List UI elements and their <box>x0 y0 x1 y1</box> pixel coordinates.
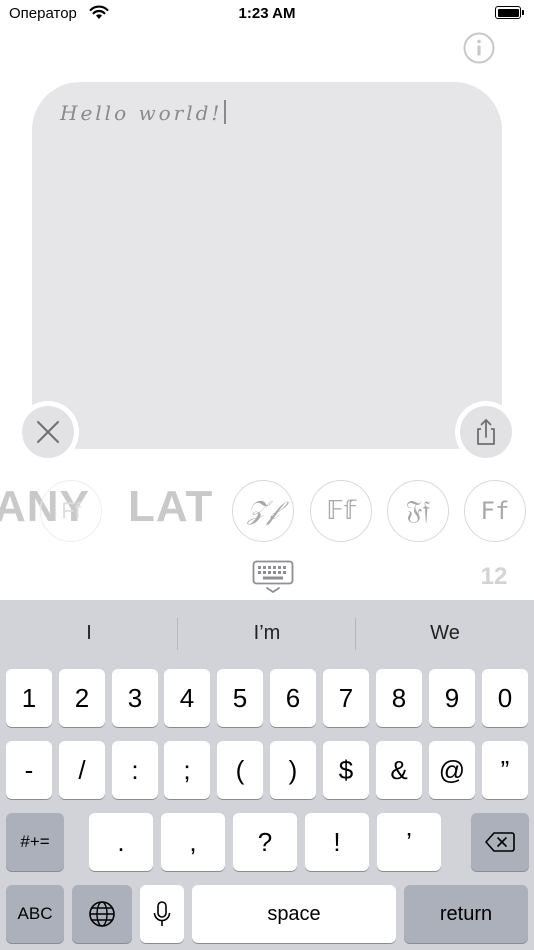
share-button[interactable] <box>460 406 512 458</box>
key-question[interactable]: ? <box>233 813 297 871</box>
return-key[interactable]: return <box>404 885 528 943</box>
key-at[interactable]: @ <box>429 741 475 799</box>
key-5[interactable]: 5 <box>217 669 263 727</box>
key-close-paren[interactable]: ) <box>270 741 316 799</box>
editor-text-area[interactable]: Hello world! <box>60 100 227 125</box>
text-editor[interactable] <box>32 82 502 449</box>
key-ampersand[interactable]: & <box>376 741 422 799</box>
battery-tip <box>522 10 524 15</box>
font-option-fraktur[interactable]: 𝔉𝔣 <box>387 480 449 542</box>
key-2[interactable]: 2 <box>59 669 105 727</box>
share-icon <box>477 419 495 445</box>
font-category-lat[interactable]: LAT <box>128 482 213 532</box>
clear-button[interactable] <box>22 406 74 458</box>
key-4[interactable]: 4 <box>164 669 210 727</box>
key-3[interactable]: 3 <box>112 669 158 727</box>
key-0[interactable]: 0 <box>482 669 528 727</box>
editor-text: Hello world! <box>60 101 223 125</box>
font-option-double-struck[interactable]: 𝔽𝕗 <box>310 480 372 542</box>
keyboard: I I’m We 1 2 3 4 5 6 7 8 9 0 - / : ; ( )… <box>0 600 534 950</box>
clock: 1:23 AM <box>238 5 296 22</box>
keyboard-hide-icon[interactable] <box>252 560 294 596</box>
backspace-icon <box>485 832 515 852</box>
font-option-faded[interactable]: Ff <box>40 480 102 542</box>
key-comma[interactable]: , <box>161 813 225 871</box>
key-semicolon[interactable]: ; <box>164 741 210 799</box>
key-open-paren[interactable]: ( <box>217 741 263 799</box>
space-key[interactable]: space <box>192 885 396 943</box>
key-dollar[interactable]: $ <box>323 741 369 799</box>
suggestion-1[interactable]: I <box>0 600 178 666</box>
status-bar: Оператор 1:23 AM <box>0 0 534 30</box>
key-colon[interactable]: : <box>112 741 158 799</box>
delete-key[interactable] <box>471 813 529 871</box>
key-6[interactable]: 6 <box>270 669 316 727</box>
globe-icon <box>89 901 115 927</box>
key-exclamation[interactable]: ! <box>305 813 369 871</box>
microphone-icon <box>153 901 171 926</box>
abc-key[interactable]: ABC <box>6 885 64 943</box>
battery-icon <box>495 6 521 19</box>
info-icon[interactable] <box>463 32 495 64</box>
globe-key[interactable] <box>72 885 132 943</box>
font-option-monospace[interactable]: Ff <box>464 480 526 542</box>
close-icon <box>37 421 59 443</box>
suggestion-3[interactable]: We <box>356 600 534 666</box>
symbols-toggle-key[interactable]: #+= <box>6 813 64 871</box>
key-7[interactable]: 7 <box>323 669 369 727</box>
text-caret <box>224 100 227 124</box>
font-selector: ANY Ff LAT 𝒵𝒻 𝔽𝕗 𝔉𝔣 Ff <box>0 478 534 550</box>
key-9[interactable]: 9 <box>429 669 475 727</box>
key-slash[interactable]: / <box>59 741 105 799</box>
font-size-value[interactable]: 12 <box>470 563 518 591</box>
key-quote[interactable]: ” <box>482 741 528 799</box>
suggestion-2[interactable]: I’m <box>178 600 356 666</box>
key-1[interactable]: 1 <box>6 669 52 727</box>
font-option-script[interactable]: 𝒵𝒻 <box>232 480 294 542</box>
key-period[interactable]: . <box>89 813 153 871</box>
dictation-key[interactable] <box>140 885 184 943</box>
key-apostrophe[interactable]: ’ <box>377 813 441 871</box>
key-8[interactable]: 8 <box>376 669 422 727</box>
key-hyphen[interactable]: - <box>6 741 52 799</box>
